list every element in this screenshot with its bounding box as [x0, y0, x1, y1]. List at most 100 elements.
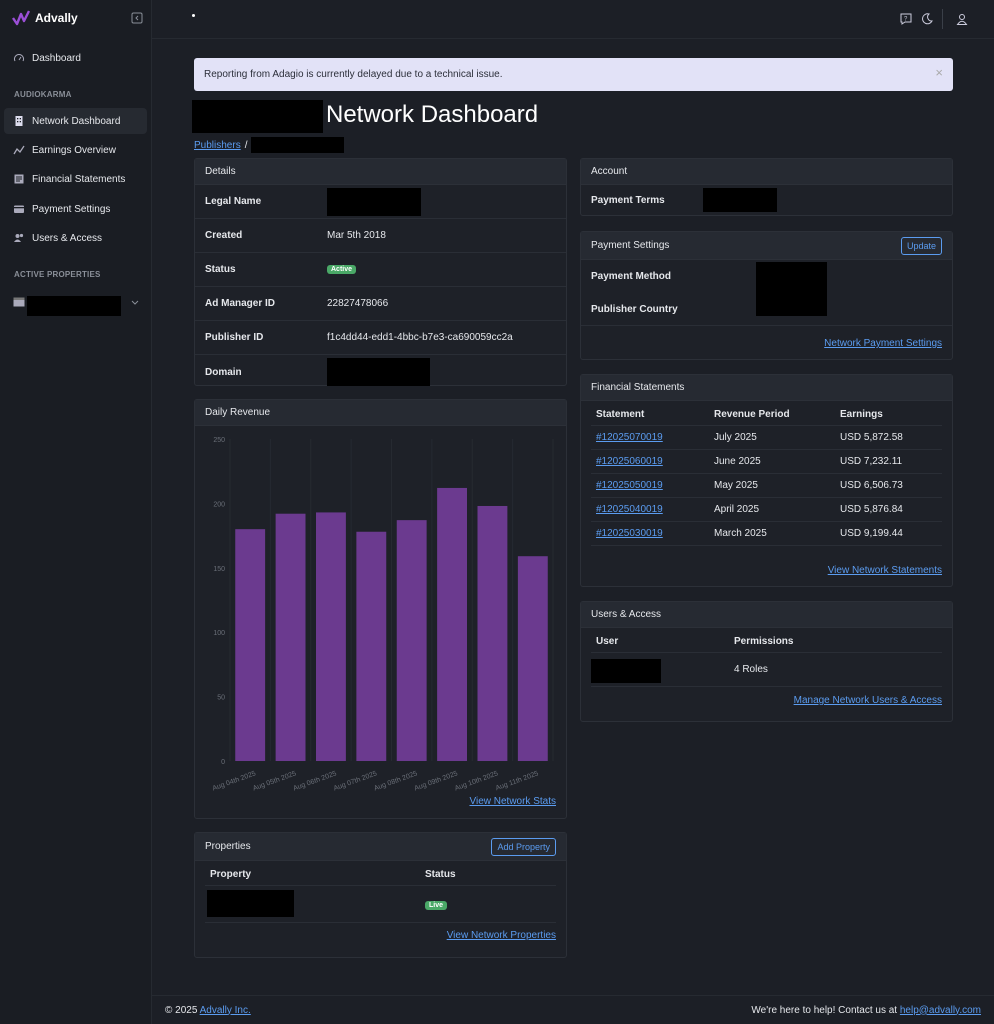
detail-row-created: Created Mar 5th 2018	[195, 219, 566, 253]
detail-value: 22827478066	[327, 298, 389, 309]
statement-link[interactable]: #12025040019	[596, 504, 663, 515]
redacted-breadcrumb	[251, 137, 345, 153]
close-icon[interactable]: ×	[935, 66, 943, 80]
user-profile-icon[interactable]	[955, 12, 969, 26]
y-tick-label: 100	[213, 630, 225, 637]
sidebar-item-payment-settings[interactable]: Payment Settings	[4, 196, 147, 222]
copyright-text: © 2025	[165, 1004, 198, 1016]
gauge-icon	[14, 54, 24, 62]
x-tick-label: Aug 10th 2025	[454, 770, 499, 792]
network-payment-settings-link[interactable]: Network Payment Settings	[824, 338, 942, 349]
statement-link[interactable]: #12025050019	[596, 480, 663, 491]
sidebar-item-earnings-overview[interactable]: Earnings Overview	[4, 137, 147, 163]
redacted-domain	[327, 358, 430, 386]
company-link[interactable]: Advally Inc.	[200, 1005, 251, 1016]
sidebar-item-label: Payment Settings	[32, 203, 111, 215]
table-row: #12025070019 July 2025 USD 5,872.58	[591, 425, 942, 450]
column-header: Statement	[591, 401, 709, 426]
revenue-period: May 2025	[709, 473, 835, 498]
help-chat-icon[interactable]: ?	[899, 12, 913, 26]
detail-label: Publisher ID	[205, 332, 264, 343]
y-tick-label: 50	[217, 695, 225, 702]
detail-label: Payment Terms	[591, 194, 665, 206]
wallet-icon	[14, 205, 24, 213]
revenue-bar	[275, 513, 306, 761]
x-tick-label: Aug 11th 2025	[495, 770, 540, 792]
sidebar-item-label: Users & Access	[32, 232, 103, 244]
card-title: Payment Settings	[591, 240, 670, 251]
y-tick-label: 250	[213, 437, 225, 444]
redacted-legal-name	[327, 187, 421, 216]
table-row: Live	[205, 885, 556, 923]
card-header: Account	[581, 159, 952, 185]
card-title: Account	[591, 166, 628, 177]
column-header: Status	[420, 861, 556, 886]
x-tick-label: Aug 06th 2025	[292, 770, 337, 792]
revenue-bar	[437, 487, 468, 761]
statement-link[interactable]: #12025070019	[596, 432, 663, 443]
sidebar-item-users-access[interactable]: Users & Access	[4, 225, 147, 251]
table-header-row: User Permissions	[591, 628, 942, 653]
view-network-properties-link[interactable]: View Network Properties	[447, 930, 556, 941]
building-icon	[15, 116, 23, 126]
detail-label: Status	[205, 264, 236, 275]
statement-link[interactable]: #12025060019	[596, 456, 663, 467]
earnings-value: USD 5,872.58	[835, 425, 942, 450]
y-tick-label: 0	[221, 759, 225, 766]
revenue-period: July 2025	[709, 425, 835, 450]
chevron-down-icon	[131, 300, 139, 305]
status-badge: Live	[425, 900, 448, 910]
footer-help: We're here to help! Contact us at help@a…	[751, 1005, 981, 1016]
column-header: Permissions	[729, 628, 942, 653]
x-tick-label: Aug 08th 2025	[373, 770, 418, 792]
advally-logo[interactable]: Advally	[12, 10, 78, 26]
property-selector[interactable]	[13, 295, 143, 317]
collapse-sidebar-icon[interactable]	[131, 12, 143, 24]
permissions-value: 4 Roles	[729, 652, 942, 687]
table-header-row: Property Status	[205, 861, 556, 886]
card-title: Properties	[205, 841, 251, 852]
redacted-payment-terms	[703, 188, 777, 212]
detail-row-status: Status Active	[195, 253, 566, 287]
payment-settings-card: Payment Settings Update Payment Method P…	[580, 231, 953, 360]
users-table: User Permissions 4 Roles	[591, 628, 942, 687]
detail-label: Domain	[205, 366, 242, 378]
view-network-stats-link[interactable]: View Network Stats	[469, 796, 556, 807]
sidebar-item-dashboard[interactable]: Dashboard	[4, 45, 147, 71]
redacted-property	[207, 890, 294, 917]
breadcrumb-publishers-link[interactable]: Publishers	[194, 140, 241, 151]
revenue-bar	[517, 556, 548, 761]
add-property-button[interactable]: Add Property	[491, 837, 556, 856]
sidebar: Advally Dashboard AUDIOKARMA Network Das…	[0, 0, 152, 1024]
help-email-link[interactable]: help@advally.com	[900, 1005, 981, 1016]
statement-link[interactable]: #12025030019	[596, 528, 663, 539]
view-network-statements-link[interactable]: View Network Statements	[828, 565, 942, 576]
revenue-bar-chart: 0 50 100 150 200 250 Aug 04th 2025Aug 05th 202…	[212, 437, 554, 792]
table-header-row: Statement Revenue Period Earnings	[591, 401, 942, 426]
update-button[interactable]: Update	[900, 236, 942, 255]
alert-banner: Reporting from Adagio is currently delay…	[194, 58, 953, 91]
document-icon	[14, 174, 24, 184]
earnings-value: USD 9,199.44	[835, 521, 942, 546]
redacted-network-name	[192, 100, 323, 133]
table-row: #12025060019 June 2025 USD 7,232.11	[591, 449, 942, 474]
app-name: Advally	[35, 11, 78, 25]
footer: © 2025 Advally Inc. We're here to help! …	[152, 995, 994, 1024]
column-header: Earnings	[835, 401, 942, 426]
moon-icon[interactable]	[920, 12, 934, 26]
sidebar-item-financial-statements[interactable]: Financial Statements	[4, 166, 147, 192]
table-row: #12025030019 March 2025 USD 9,199.44	[591, 521, 942, 546]
manage-users-access-link[interactable]: Manage Network Users & Access	[794, 695, 942, 706]
card-title: Users & Access	[591, 609, 662, 620]
sidebar-item-label: Dashboard	[32, 52, 81, 64]
topbar-divider	[942, 9, 943, 29]
table-row: 4 Roles	[591, 652, 942, 687]
earnings-value: USD 7,232.11	[835, 449, 942, 474]
y-tick-label: 150	[213, 566, 225, 573]
sidebar-item-network-dashboard[interactable]: Network Dashboard	[4, 108, 147, 134]
table-row: #12025040019 April 2025 USD 5,876.84	[591, 497, 942, 522]
properties-table: Property Status Live	[205, 861, 556, 923]
redacted-user	[591, 659, 661, 683]
sidebar-item-label: Earnings Overview	[32, 144, 116, 156]
help-text: We're here to help! Contact us at	[751, 1004, 898, 1016]
